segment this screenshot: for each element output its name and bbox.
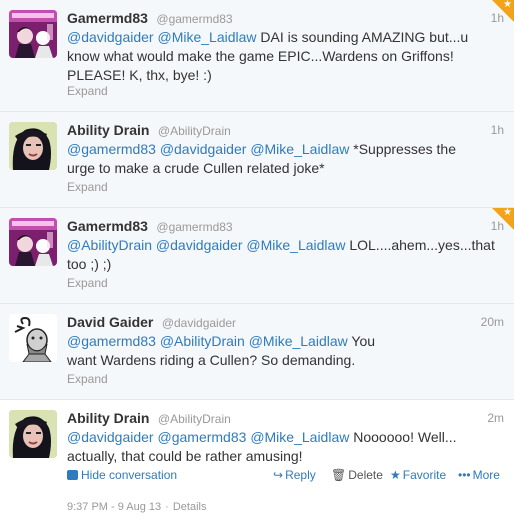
author-fullname[interactable]: Gamermd83 bbox=[67, 10, 148, 26]
mention-link[interactable]: @Mike_Laidlaw bbox=[246, 237, 345, 253]
ability-drain-avatar-icon[interactable] bbox=[9, 410, 57, 458]
star-icon: ★ bbox=[503, 207, 512, 218]
delete-button[interactable]: 🗑 Delete bbox=[331, 468, 383, 482]
author-fullname[interactable]: David Gaider bbox=[67, 314, 153, 330]
mention-link[interactable]: @Mike_Laidlaw bbox=[158, 29, 257, 45]
mention-link[interactable]: @davidgaider bbox=[160, 141, 247, 157]
mention-link[interactable]: @AbilityDrain bbox=[160, 333, 245, 349]
tweet-4[interactable]: David Gaider @davidgaider 20m @gamermd83… bbox=[0, 304, 514, 400]
author-username[interactable]: @gamermd83 bbox=[156, 220, 232, 234]
hide-conversation-label: Hide conversation bbox=[81, 468, 178, 482]
reply-icon: ↪ bbox=[273, 468, 284, 482]
ability-drain-avatar-icon[interactable] bbox=[9, 122, 57, 170]
reply-button[interactable]: ↪ Reply bbox=[273, 468, 316, 482]
tweet-text: @davidgaider @Mike_Laidlaw DAI is soundi… bbox=[67, 28, 490, 85]
mention-link[interactable]: @Mike_Laidlaw bbox=[250, 141, 349, 157]
delete-label: Delete bbox=[348, 468, 383, 482]
author-fullname[interactable]: Gamermd83 bbox=[67, 218, 148, 234]
tweet-time[interactable]: 2m bbox=[487, 411, 504, 425]
expand-link[interactable]: Expand bbox=[67, 372, 108, 386]
tweet-time[interactable]: 1h bbox=[491, 123, 504, 137]
tweet-1[interactable]: Gamermd83 @gamermd83 1h @davidgaider @Mi… bbox=[0, 0, 514, 112]
tweet-header: Gamermd83 @gamermd83 1h bbox=[67, 218, 504, 236]
conversation-icon bbox=[67, 470, 78, 480]
tweet-meta: 9:37 PM - 9 Aug 13 · Details bbox=[67, 501, 206, 513]
tweet-header: Gamermd83 @gamermd83 1h bbox=[67, 10, 504, 28]
author-username[interactable]: @gamermd83 bbox=[156, 12, 232, 26]
tweet-timestamp[interactable]: 9:37 PM - 9 Aug 13 bbox=[67, 501, 161, 513]
expand-link[interactable]: Expand bbox=[67, 276, 108, 290]
author-fullname[interactable]: Ability Drain bbox=[67, 410, 149, 426]
tweet-header: Ability Drain @AbilityDrain 1h bbox=[67, 122, 504, 140]
mention-link[interactable]: @davidgaider bbox=[156, 237, 243, 253]
meta-separator: · bbox=[165, 501, 169, 513]
mention-link[interactable]: @AbilityDrain bbox=[67, 237, 152, 253]
favorite-label: Favorite bbox=[402, 468, 447, 482]
author-fullname[interactable]: Ability Drain bbox=[67, 122, 149, 138]
mention-link[interactable]: @gamermd83 bbox=[158, 429, 247, 445]
author-username[interactable]: @davidgaider bbox=[162, 316, 236, 330]
details-link[interactable]: Details bbox=[173, 501, 207, 513]
tweet-actions: Hide conversation ↪ Reply 🗑 Delete ★ Favori… bbox=[67, 468, 504, 484]
tweet-text: @AbilityDrain @davidgaider @Mike_Laidlaw… bbox=[67, 236, 504, 274]
tweet-text: @gamermd83 @davidgaider @Mike_Laidlaw *S… bbox=[67, 140, 482, 178]
tweet-header: David Gaider @davidgaider 20m bbox=[67, 314, 504, 332]
mention-link[interactable]: @gamermd83 bbox=[67, 333, 156, 349]
expand-link[interactable]: Expand bbox=[67, 180, 108, 194]
reply-label: Reply bbox=[285, 468, 316, 482]
more-label: More bbox=[472, 468, 500, 482]
trash-icon: 🗑 bbox=[331, 468, 347, 482]
star-icon: ★ bbox=[390, 468, 401, 482]
gamer-avatar-icon[interactable] bbox=[9, 218, 57, 266]
tweet-5-expanded[interactable]: Ability Drain @AbilityDrain 2m @davidgai… bbox=[0, 400, 514, 528]
mention-link[interactable]: @Mike_Laidlaw bbox=[249, 333, 348, 349]
gamer-avatar-icon[interactable] bbox=[9, 10, 57, 58]
tweet-text: @gamermd83 @AbilityDrain @Mike_Laidlaw Y… bbox=[67, 332, 394, 370]
conversation-timeline: Gamermd83 @gamermd83 1h @davidgaider @Mi… bbox=[0, 0, 514, 528]
david-gaider-avatar-icon[interactable] bbox=[9, 314, 57, 362]
hide-conversation-link[interactable]: Hide conversation bbox=[67, 468, 177, 482]
author-username[interactable]: @AbilityDrain bbox=[158, 412, 231, 426]
author-username[interactable]: @AbilityDrain bbox=[158, 124, 231, 138]
mention-link[interactable]: @gamermd83 bbox=[67, 141, 156, 157]
more-button[interactable]: ••• More bbox=[458, 468, 500, 482]
mention-link[interactable]: @davidgaider bbox=[67, 429, 154, 445]
mention-link[interactable]: @davidgaider bbox=[67, 29, 154, 45]
tweet-header: Ability Drain @AbilityDrain 2m bbox=[67, 410, 504, 428]
star-icon: ★ bbox=[503, 0, 512, 10]
tweet-2[interactable]: Ability Drain @AbilityDrain 1h @gamermd8… bbox=[0, 112, 514, 208]
mention-link[interactable]: @Mike_Laidlaw bbox=[250, 429, 349, 445]
tweet-3[interactable]: Gamermd83 @gamermd83 1h @AbilityDrain @d… bbox=[0, 207, 514, 304]
tweet-time[interactable]: 20m bbox=[481, 315, 504, 329]
expand-link[interactable]: Expand bbox=[67, 84, 108, 98]
favorite-button[interactable]: ★ Favorite bbox=[390, 468, 446, 482]
more-icon: ••• bbox=[458, 468, 471, 482]
tweet-text: @davidgaider @gamermd83 @Mike_Laidlaw No… bbox=[67, 428, 474, 466]
